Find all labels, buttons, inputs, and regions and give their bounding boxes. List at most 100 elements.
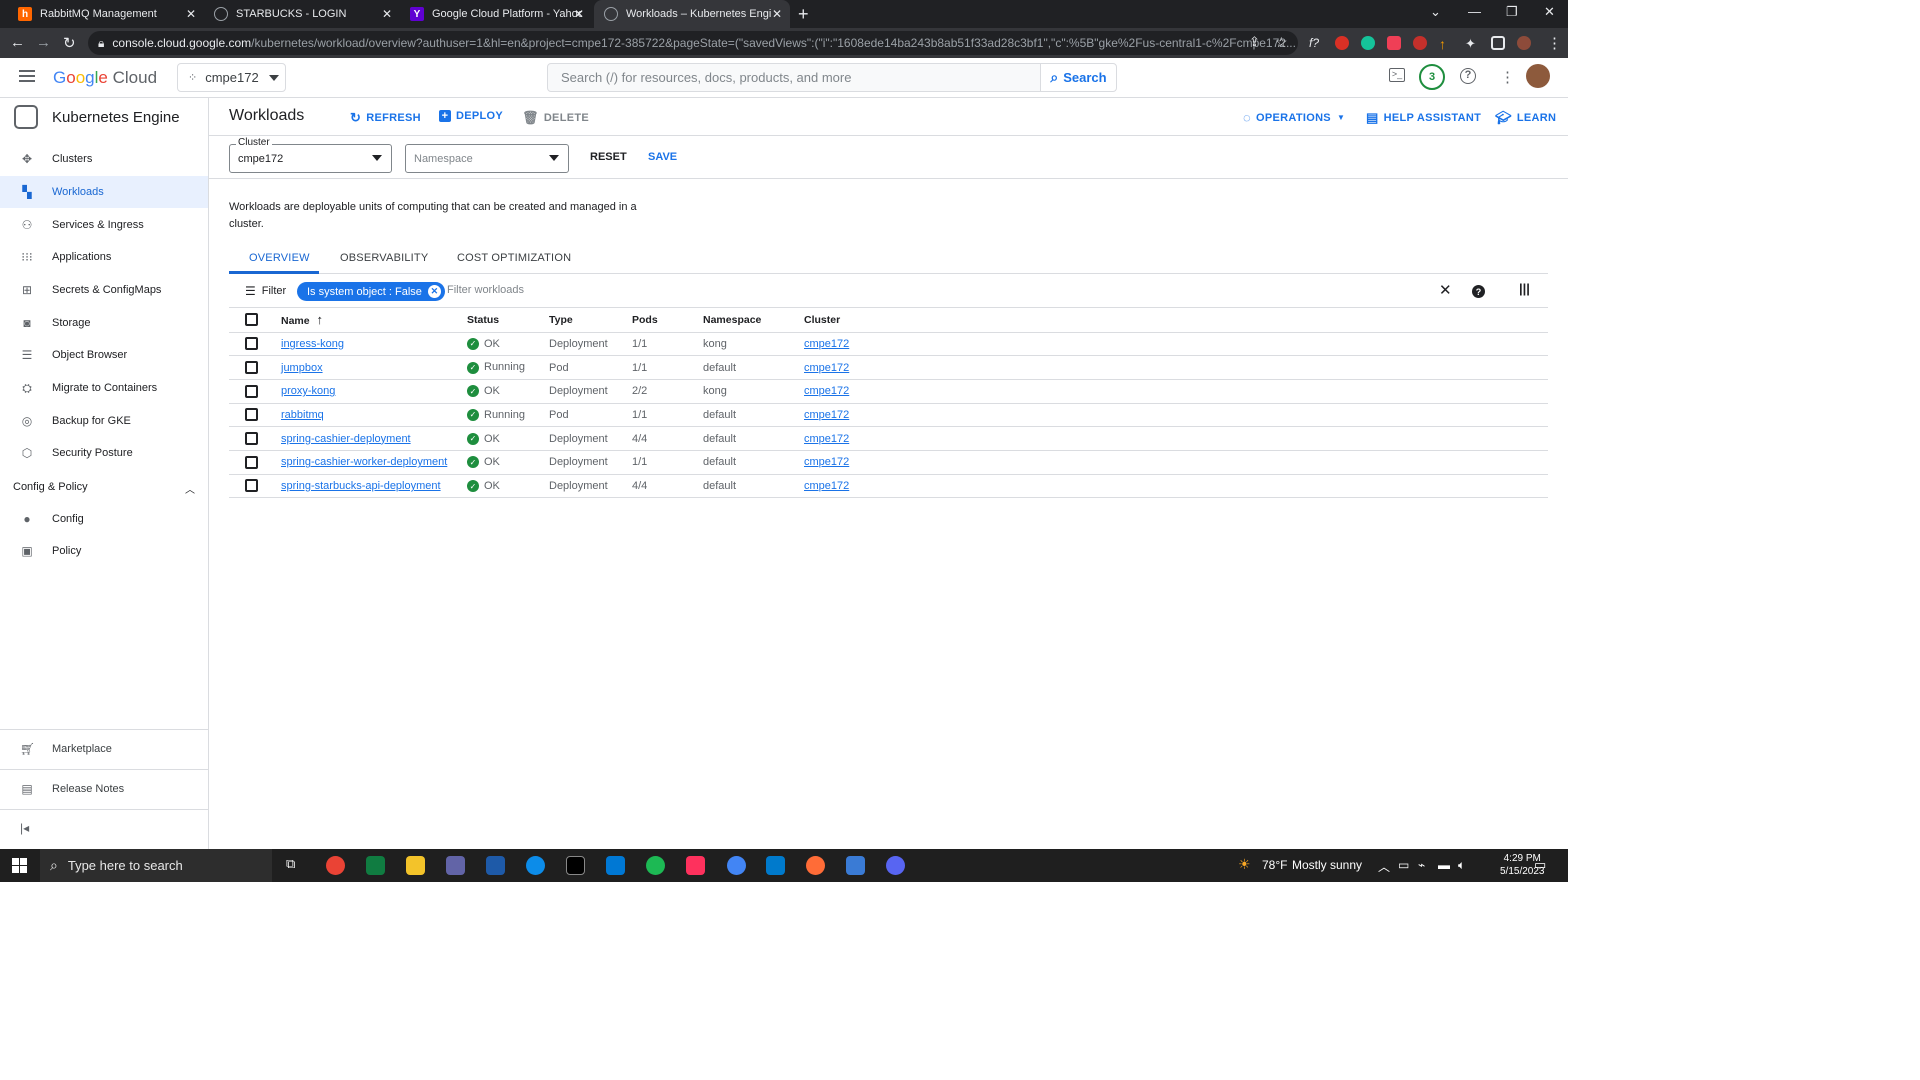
workload-name-link[interactable]: jumpbox bbox=[281, 362, 323, 374]
notifications-icon[interactable]: ▭ bbox=[1534, 857, 1546, 873]
table-row[interactable]: spring-cashier-worker-deployment ✓ OK Deplo… bbox=[229, 450, 1548, 475]
row-checkbox[interactable] bbox=[245, 455, 258, 469]
help-assistant-button[interactable]: ▤ HELP ASSISTANT bbox=[1366, 110, 1481, 126]
google-cloud-logo[interactable]: Google Cloud bbox=[53, 68, 157, 88]
sidebar-item-backup[interactable]: ◎ Backup for GKE bbox=[0, 405, 208, 437]
sidebar-item-policy[interactable]: ▣ Policy bbox=[0, 535, 208, 567]
chrome-icon[interactable] bbox=[326, 856, 345, 875]
tab-observability[interactable]: OBSERVABILITY bbox=[340, 252, 428, 264]
app-icon[interactable] bbox=[446, 856, 465, 875]
table-row[interactable]: jumpbox ✓ Running Pod 1/1 default cmpe172 bbox=[229, 355, 1548, 380]
close-icon[interactable]: ✕ bbox=[382, 7, 392, 21]
row-checkbox[interactable] bbox=[245, 361, 258, 375]
save-button[interactable]: SAVE bbox=[648, 151, 677, 163]
sidebar-item-marketplace[interactable]: 🛒︎ Marketplace bbox=[0, 733, 208, 765]
row-checkbox[interactable] bbox=[245, 479, 258, 493]
table-row[interactable]: ingress-kong ✓ OK Deployment 1/1 kong cmpe172 bbox=[229, 332, 1548, 357]
reset-button[interactable]: RESET bbox=[590, 151, 627, 163]
photos-icon[interactable] bbox=[846, 856, 865, 875]
workload-name-link[interactable]: spring-cashier-worker-deployment bbox=[281, 456, 447, 468]
restore-icon[interactable]: ❐ bbox=[1506, 4, 1518, 20]
sidebar-item-storage[interactable]: ◙ Storage bbox=[0, 307, 208, 339]
browser-tab[interactable]: Y Google Cloud Platform - Yahoo S ✕ bbox=[400, 0, 592, 28]
discord-icon[interactable] bbox=[886, 856, 905, 875]
deploy-button[interactable]: + DEPLOY bbox=[439, 110, 503, 122]
column-header-pods[interactable]: Pods bbox=[632, 308, 703, 333]
wifi-off-icon[interactable]: ⌁ bbox=[1418, 858, 1425, 872]
search-input[interactable]: Search (/) for resources, docs, products… bbox=[547, 63, 1041, 92]
filter-button[interactable]: ☰ Filter bbox=[245, 284, 286, 298]
main-menu-icon[interactable] bbox=[19, 70, 35, 82]
sidebar-item-release-notes[interactable]: ▤ Release Notes bbox=[0, 773, 208, 805]
file-explorer-icon[interactable] bbox=[406, 856, 425, 875]
extensions-puzzle-icon[interactable]: ✦ bbox=[1465, 36, 1479, 51]
task-view-icon[interactable]: ⧉ bbox=[286, 856, 305, 875]
column-header-status[interactable]: Status bbox=[467, 308, 549, 333]
sidebar-section-config-policy[interactable]: Config & Policy ︿ bbox=[13, 481, 195, 496]
browser-menu-icon[interactable]: ⋮ bbox=[1547, 34, 1562, 52]
sidebar-item-services-ingress[interactable]: ⚇ Services & Ingress bbox=[0, 209, 208, 241]
formula-extension-icon[interactable]: f? bbox=[1309, 36, 1323, 50]
selenium-icon[interactable] bbox=[486, 856, 505, 875]
arrow-extension-icon[interactable]: ↑ bbox=[1439, 36, 1453, 52]
cluster-link[interactable]: cmpe172 bbox=[804, 433, 849, 445]
workload-name-link[interactable]: proxy-kong bbox=[281, 385, 335, 397]
back-icon[interactable]: ← bbox=[10, 34, 25, 51]
workload-name-link[interactable]: spring-cashier-deployment bbox=[281, 433, 411, 445]
blocker-extension-icon[interactable] bbox=[1335, 36, 1349, 50]
browser-tab-active[interactable]: Workloads – Kubernetes Engine ✕ bbox=[594, 0, 790, 28]
row-checkbox[interactable] bbox=[245, 337, 258, 351]
profile-icon[interactable] bbox=[1517, 36, 1531, 50]
weather-temp[interactable]: 78°F bbox=[1262, 858, 1287, 872]
table-row[interactable]: proxy-kong ✓ OK Deployment 2/2 kong cmpe172 bbox=[229, 379, 1548, 404]
reload-icon[interactable]: ↻ bbox=[63, 34, 76, 52]
volume-icon[interactable]: 🔈︎ bbox=[1458, 858, 1465, 873]
sort-ascending-icon[interactable]: ↑ bbox=[317, 312, 324, 327]
url-field[interactable]: 🔒︎ console.cloud.google.com/kubernetes/w… bbox=[88, 31, 1298, 55]
sidebar-item-config[interactable]: ● Config bbox=[0, 503, 208, 535]
network-icon[interactable]: ▭ bbox=[1398, 858, 1409, 872]
todo-icon[interactable] bbox=[606, 856, 625, 875]
taskbar-search-input[interactable]: ⌕ Type here to search bbox=[40, 849, 272, 882]
browser-tab[interactable]: STARBUCKS - LOGIN ✕ bbox=[204, 0, 400, 28]
more-options-icon[interactable]: ⋮ bbox=[1500, 68, 1515, 86]
pocket-extension-icon[interactable] bbox=[1387, 36, 1401, 50]
row-checkbox[interactable] bbox=[245, 384, 258, 398]
avatar[interactable] bbox=[1526, 64, 1550, 88]
sidebar-item-secrets-configmaps[interactable]: ⊞ Secrets & ConfigMaps bbox=[0, 274, 208, 306]
workload-name-link[interactable]: rabbitmq bbox=[281, 409, 324, 421]
sidebar-item-applications[interactable]: ⁝⁝⁝ Applications bbox=[0, 241, 208, 273]
postman-icon[interactable] bbox=[806, 856, 825, 875]
row-checkbox[interactable] bbox=[245, 432, 258, 446]
delete-button[interactable]: 🗑︎ DELETE bbox=[522, 110, 589, 126]
search-button[interactable]: ⌕ Search bbox=[1040, 63, 1117, 92]
vscode-icon[interactable] bbox=[766, 856, 785, 875]
namespace-select[interactable]: Namespace bbox=[405, 144, 569, 173]
help-icon[interactable]: ? bbox=[1472, 285, 1485, 298]
column-display-icon[interactable]: ||| bbox=[1519, 281, 1530, 296]
minimize-icon[interactable]: — bbox=[1468, 4, 1481, 19]
battery-icon[interactable]: ▬ bbox=[1438, 858, 1450, 872]
cluster-link[interactable]: cmpe172 bbox=[804, 409, 849, 421]
chevron-up-icon[interactable]: ︿ bbox=[185, 481, 195, 496]
notifications-badge[interactable]: 3 bbox=[1419, 64, 1445, 90]
sidebar-item-object-browser[interactable]: ☰ Object Browser bbox=[0, 339, 208, 371]
side-panel-icon[interactable] bbox=[1491, 36, 1505, 50]
excel-icon[interactable] bbox=[366, 856, 385, 875]
cluster-link[interactable]: cmpe172 bbox=[804, 338, 849, 350]
edge-icon[interactable] bbox=[526, 856, 545, 875]
remove-filter-icon[interactable]: ✕ bbox=[427, 285, 441, 298]
cluster-link[interactable]: cmpe172 bbox=[804, 456, 849, 468]
windows-start-icon[interactable] bbox=[12, 858, 27, 873]
cluster-select[interactable]: Cluster cmpe172 bbox=[229, 137, 392, 173]
chevron-up-icon[interactable]: ︿ bbox=[1378, 858, 1390, 875]
share-icon[interactable]: ⇪ bbox=[1249, 34, 1260, 50]
column-header-cluster[interactable]: Cluster bbox=[804, 308, 1548, 333]
refresh-button[interactable]: ↻ REFRESH bbox=[350, 110, 421, 126]
intellij-icon[interactable] bbox=[686, 856, 705, 875]
cloud-shell-icon[interactable]: >_ bbox=[1389, 68, 1405, 82]
cluster-link[interactable]: cmpe172 bbox=[804, 480, 849, 492]
operations-button[interactable]: ◌ OPERATIONS ▼ bbox=[1243, 110, 1345, 125]
sidebar-item-clusters[interactable]: ✥ Clusters bbox=[0, 143, 208, 175]
grammarly-extension-icon[interactable] bbox=[1361, 36, 1375, 50]
